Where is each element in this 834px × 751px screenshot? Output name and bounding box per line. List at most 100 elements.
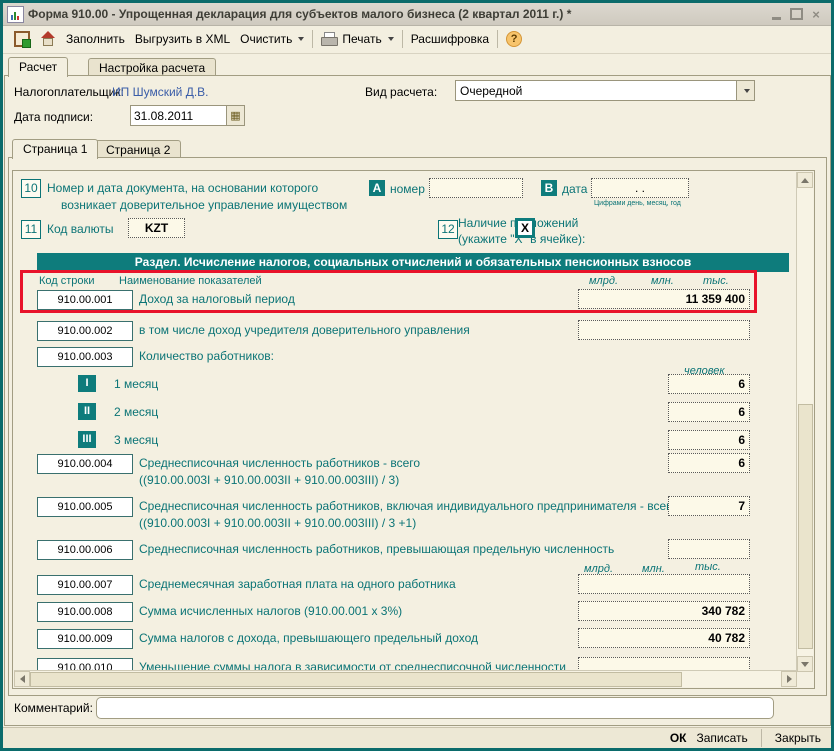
sign-date-label: Дата подписи:: [14, 110, 93, 124]
calendar-button[interactable]: ▦: [226, 105, 245, 126]
row-code: 910.00.006: [37, 540, 133, 560]
line-10-number: 10: [21, 179, 41, 198]
row-label: Доход за налоговый период: [139, 292, 295, 306]
scroll-left-button[interactable]: [14, 671, 30, 687]
horizontal-scroll-thumb[interactable]: [30, 672, 682, 687]
doc-number-field[interactable]: [429, 178, 523, 198]
vertical-scroll-thumb[interactable]: [798, 404, 813, 649]
form-scroll-area: 10 Номер и дата документа, на основании …: [12, 170, 815, 689]
chevron-down-icon: [298, 37, 304, 41]
toolbar-separator: [497, 30, 498, 48]
calc-type-combo[interactable]: Очередной: [455, 80, 755, 101]
cell-a-marker: A: [369, 180, 385, 196]
chevron-down-icon: [744, 89, 750, 93]
row-code: 910.00.002: [37, 321, 133, 341]
help-icon: ?: [506, 31, 522, 47]
row-code: 910.00.001: [37, 290, 133, 310]
avg-headcount-incl-field[interactable]: 7: [668, 496, 750, 516]
row-label: Среднесписочная численность работников -…: [139, 456, 420, 470]
trust-income-field[interactable]: [578, 320, 750, 340]
month-3-label: 3 месяц: [114, 433, 158, 447]
window-title: Форма 910.00 - Упрощенная декларация для…: [28, 7, 769, 21]
combo-dropdown-button[interactable]: [736, 81, 754, 100]
arrow-up-icon: [801, 178, 809, 183]
tab-calc[interactable]: Расчет: [8, 57, 68, 77]
month-1-label: 1 месяц: [114, 377, 158, 391]
col-header-code: Код строки: [39, 275, 95, 287]
excess-income-tax-field[interactable]: 40 782: [578, 628, 750, 648]
currency-label: Код валюты: [47, 222, 114, 236]
chevron-down-icon: [388, 37, 394, 41]
cell-b-marker: B: [541, 180, 557, 196]
bottom-button-bar: ОК Записать Закрыть: [3, 727, 831, 748]
excess-headcount-field[interactable]: [668, 539, 750, 559]
comment-label: Комментарий:: [14, 701, 93, 715]
currency-field[interactable]: KZT: [128, 218, 185, 238]
row-formula: ((910.00.003I + 910.00.003II + 910.00.00…: [139, 516, 416, 530]
col-header-name: Наименование показателей: [119, 275, 262, 287]
fill-from-document-button[interactable]: [9, 29, 35, 49]
vertical-scrollbar[interactable]: [796, 172, 813, 672]
maximize-button[interactable]: [789, 7, 803, 21]
row-code: 910.00.004: [37, 454, 133, 474]
line-11-number: 11: [21, 220, 41, 239]
fill-button[interactable]: Заполнить: [61, 30, 130, 48]
row-label: Сумма исчисленных налогов (910.00.001 х …: [139, 604, 402, 618]
printer-icon: [321, 32, 338, 46]
close-form-button[interactable]: Закрыть: [775, 731, 821, 745]
month-2-marker: II: [78, 403, 96, 420]
row-label: в том числе доход учредителя доверительн…: [139, 323, 470, 337]
close-button[interactable]: ×: [809, 7, 823, 21]
house-icon: [40, 31, 56, 47]
arrow-right-icon: [787, 675, 792, 683]
taxpayer-value[interactable]: ИП Шумский Д.В.: [112, 85, 209, 99]
restore-data-button[interactable]: [35, 29, 61, 49]
cell-b-label: дата: [562, 182, 587, 196]
calc-type-value: Очередной: [456, 84, 736, 98]
ok-button[interactable]: ОК: [670, 731, 687, 745]
month-1-marker: I: [78, 375, 96, 392]
calendar-icon: ▦: [230, 109, 240, 122]
form-910-window: Форма 910.00 - Упрощенная декларация для…: [0, 0, 834, 751]
toolbar: Заполнить Выгрузить в XML Очистить Печат…: [3, 25, 831, 54]
section-header: Раздел. Исчисление налогов, социальных о…: [37, 253, 789, 272]
month-3-field[interactable]: 6: [668, 430, 750, 450]
help-button[interactable]: ?: [501, 29, 527, 49]
taxpayer-label: Налогоплательщик:: [14, 85, 124, 99]
scroll-up-button[interactable]: [797, 172, 813, 188]
row-code: 910.00.008: [37, 602, 133, 622]
arrow-left-icon: [20, 675, 25, 683]
print-button[interactable]: Печать: [316, 30, 398, 48]
export-xml-button[interactable]: Выгрузить в XML: [130, 30, 235, 48]
cell-a-label: номер: [390, 182, 425, 196]
doc-date-field[interactable]: . .: [591, 178, 689, 198]
month-1-field[interactable]: 6: [668, 374, 750, 394]
attachments-checkbox[interactable]: X: [515, 218, 535, 238]
minimize-button[interactable]: [769, 7, 783, 21]
decrypt-button[interactable]: Расшифровка: [406, 30, 494, 48]
arrow-down-icon: [801, 662, 809, 667]
maximize-icon: [790, 8, 803, 20]
tab-page-1[interactable]: Страница 1: [12, 139, 98, 159]
row-formula: ((910.00.003I + 910.00.003II + 910.00.00…: [139, 473, 399, 487]
calculated-tax-field[interactable]: 340 782: [578, 601, 750, 621]
month-2-field[interactable]: 6: [668, 402, 750, 422]
close-icon: ×: [812, 7, 820, 22]
avg-salary-field[interactable]: [578, 574, 750, 594]
row-code: 910.00.003: [37, 347, 133, 367]
line-10-text-2: возникает доверительное управление имуще…: [61, 198, 347, 212]
comment-input[interactable]: [96, 697, 774, 719]
avg-headcount-field[interactable]: 6: [668, 453, 750, 473]
calc-type-label: Вид расчета:: [365, 85, 437, 99]
income-field[interactable]: 11 359 400: [578, 289, 750, 309]
scroll-down-button[interactable]: [797, 656, 813, 672]
save-button[interactable]: Записать: [697, 731, 748, 745]
horizontal-scrollbar[interactable]: [14, 670, 797, 687]
scroll-right-button[interactable]: [781, 671, 797, 687]
clear-button[interactable]: Очистить: [235, 30, 309, 48]
fill-document-icon: [14, 31, 30, 47]
row-code: 910.00.007: [37, 575, 133, 595]
toolbar-separator: [312, 30, 313, 48]
line-12-number: 12: [438, 220, 458, 239]
sign-date-input[interactable]: [130, 105, 227, 126]
